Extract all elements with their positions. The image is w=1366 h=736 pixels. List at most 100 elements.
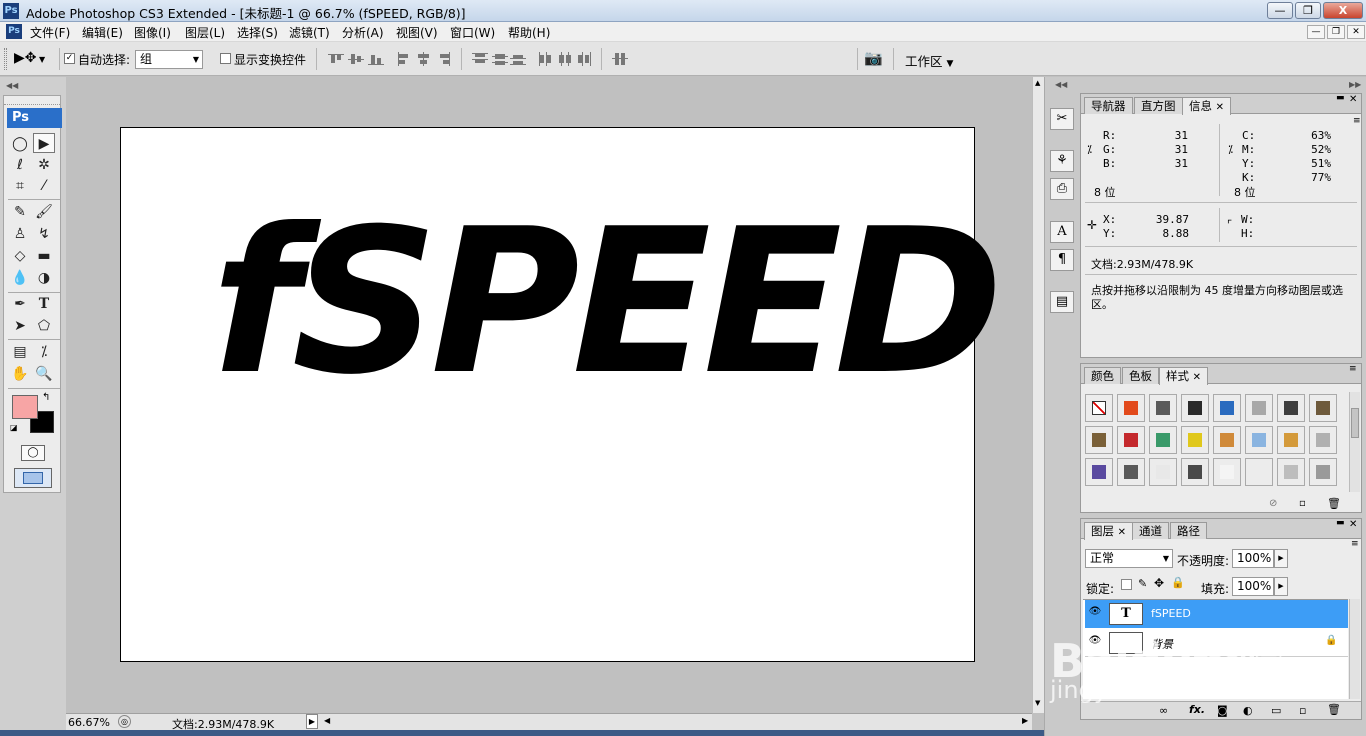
style-swatch-none[interactable] (1085, 394, 1113, 422)
tab-channels[interactable]: 通道 (1132, 522, 1169, 539)
tool-preset-picker[interactable]: ▶✥ ▼ (14, 50, 54, 70)
style-swatch[interactable] (1149, 458, 1177, 486)
style-swatch[interactable] (1277, 394, 1305, 422)
type-tool-icon[interactable]: T (33, 294, 55, 314)
menu-view[interactable]: 视图(V) (396, 24, 438, 41)
style-swatch[interactable] (1117, 458, 1145, 486)
options-grip[interactable] (4, 48, 7, 70)
style-swatch[interactable] (1245, 458, 1273, 486)
swap-colors-icon[interactable]: ↰ (42, 392, 50, 403)
auto-select-checkbox[interactable]: ✓ (64, 53, 75, 64)
trash-icon[interactable]: 🗑 (1327, 497, 1341, 510)
tab-layers[interactable]: 图层 ✕ (1084, 522, 1134, 540)
layer-row-fspeed[interactable]: 👁 T fSPEED (1085, 600, 1348, 628)
align-left-icon[interactable] (396, 52, 412, 66)
style-swatch[interactable] (1085, 426, 1113, 454)
new-style-icon[interactable]: ▫ (1299, 498, 1306, 509)
tab-styles[interactable]: 样式 ✕ (1159, 367, 1209, 385)
style-swatch[interactable] (1245, 394, 1273, 422)
tab-navigator[interactable]: 导航器 (1084, 97, 1133, 114)
canvas[interactable]: fSPEED (120, 127, 1003, 662)
menu-help[interactable]: 帮助(H) (508, 24, 550, 41)
style-swatch[interactable] (1245, 426, 1273, 454)
tab-info[interactable]: 信息 ✕ (1182, 97, 1232, 115)
style-swatch[interactable] (1277, 426, 1305, 454)
eye-icon[interactable]: 👁 (1088, 606, 1102, 620)
vertical-scrollbar[interactable]: ▲ ▼ (1032, 77, 1044, 713)
cmyk-eyedropper-icon[interactable]: ⁒ (1228, 143, 1233, 156)
menu-analysis[interactable]: 分析(A) (342, 24, 384, 41)
foreground-color-swatch[interactable] (12, 395, 38, 419)
style-swatch[interactable] (1181, 426, 1209, 454)
style-swatch[interactable] (1309, 458, 1337, 486)
brush-tool-icon[interactable]: 🖌 (33, 202, 55, 222)
tab-swatches[interactable]: 色板 (1122, 367, 1159, 384)
style-swatch[interactable] (1181, 458, 1209, 486)
menu-window[interactable]: 窗口(W) (450, 24, 495, 41)
style-swatch[interactable] (1309, 426, 1337, 454)
zoom-tool-icon[interactable]: 🔍 (33, 364, 55, 384)
collapse-toolbox-icon[interactable]: ◀◀ (6, 81, 18, 90)
distribute-bottom-icon[interactable] (510, 52, 526, 66)
maximize-button[interactable]: ❐ (1295, 2, 1321, 19)
hand-tool-icon[interactable]: ✋ (9, 364, 31, 384)
opacity-input[interactable]: 100% (1232, 549, 1274, 568)
tool-presets-icon[interactable]: ✂ (1050, 108, 1074, 130)
clone-source-icon[interactable]: ⎙ (1050, 178, 1074, 200)
lock-all-icon[interactable]: 🔒 (1171, 576, 1185, 589)
doc-minimize-button[interactable]: — (1307, 25, 1325, 39)
lock-transparency-icon[interactable] (1121, 579, 1132, 590)
panel-minimize-icon[interactable]: ▬ (1336, 518, 1345, 528)
layer-comps-icon[interactable]: ▤ (1050, 291, 1074, 313)
align-top-icon[interactable] (328, 52, 344, 66)
slice-tool-icon[interactable]: ⁄ (33, 176, 55, 196)
zoom-level[interactable]: 66.67% (68, 716, 110, 729)
style-swatch[interactable] (1309, 394, 1337, 422)
distribute-left-icon[interactable] (538, 52, 554, 66)
align-right-icon[interactable] (436, 52, 452, 66)
status-info-icon[interactable]: ◎ (118, 715, 131, 728)
character-icon[interactable]: A (1050, 221, 1074, 243)
screen-mode-icon[interactable] (14, 468, 52, 488)
notes-tool-icon[interactable]: ▤ (9, 342, 31, 362)
menu-select[interactable]: 选择(S) (237, 24, 278, 41)
show-transform-checkbox[interactable] (220, 53, 231, 64)
mask-icon[interactable]: ◙ (1217, 704, 1228, 717)
style-swatch[interactable] (1149, 394, 1177, 422)
distribute-top-icon[interactable] (472, 52, 488, 66)
distribute-vcenter-icon[interactable] (492, 52, 508, 66)
style-swatch[interactable] (1181, 394, 1209, 422)
scroll-up-icon[interactable]: ▲ (1035, 79, 1040, 87)
style-swatch[interactable] (1117, 426, 1145, 454)
style-swatch[interactable] (1117, 394, 1145, 422)
distribute-hcenter-icon[interactable] (557, 52, 573, 66)
menu-filter[interactable]: 滤镜(T) (289, 24, 330, 41)
close-window-button[interactable]: X (1323, 2, 1363, 19)
panel-menu-icon[interactable]: ≡ (1349, 364, 1357, 374)
auto-align-layers-icon[interactable] (612, 52, 628, 66)
align-hcenter-icon[interactable] (416, 52, 432, 66)
rgb-eyedropper-icon[interactable]: ⁒ (1087, 143, 1092, 156)
distribute-right-icon[interactable] (576, 52, 592, 66)
close-tab-icon[interactable]: ✕ (1193, 372, 1201, 383)
doc-close-button[interactable]: ✕ (1347, 25, 1365, 39)
panel-close-icon[interactable]: ✕ (1349, 94, 1357, 105)
panel-close-icon[interactable]: ✕ (1349, 519, 1357, 530)
path-selection-tool-icon[interactable]: ➤ (9, 316, 31, 336)
scroll-left-icon[interactable]: ◀ (324, 716, 330, 725)
clone-stamp-tool-icon[interactable]: ♙ (9, 224, 31, 244)
trash-icon[interactable]: 🗑 (1327, 703, 1341, 716)
marquee-tool-icon[interactable]: ◯ (9, 134, 31, 154)
style-swatch[interactable] (1213, 426, 1241, 454)
style-swatch[interactable] (1213, 394, 1241, 422)
panel-menu-icon[interactable]: ≡ (1351, 539, 1359, 549)
menu-image[interactable]: 图像(I) (134, 24, 171, 41)
doc-restore-button[interactable]: ❐ (1327, 25, 1345, 39)
panel-minimize-icon[interactable]: ▬ (1336, 93, 1345, 103)
paragraph-icon[interactable]: ¶ (1050, 249, 1074, 271)
history-brush-tool-icon[interactable]: ↯ (33, 224, 55, 244)
layer-name[interactable]: fSPEED (1151, 607, 1191, 620)
style-swatch[interactable] (1277, 458, 1305, 486)
lasso-tool-icon[interactable]: ℓ (9, 155, 31, 175)
opacity-slider-arrow-icon[interactable]: ▶ (1274, 549, 1288, 568)
